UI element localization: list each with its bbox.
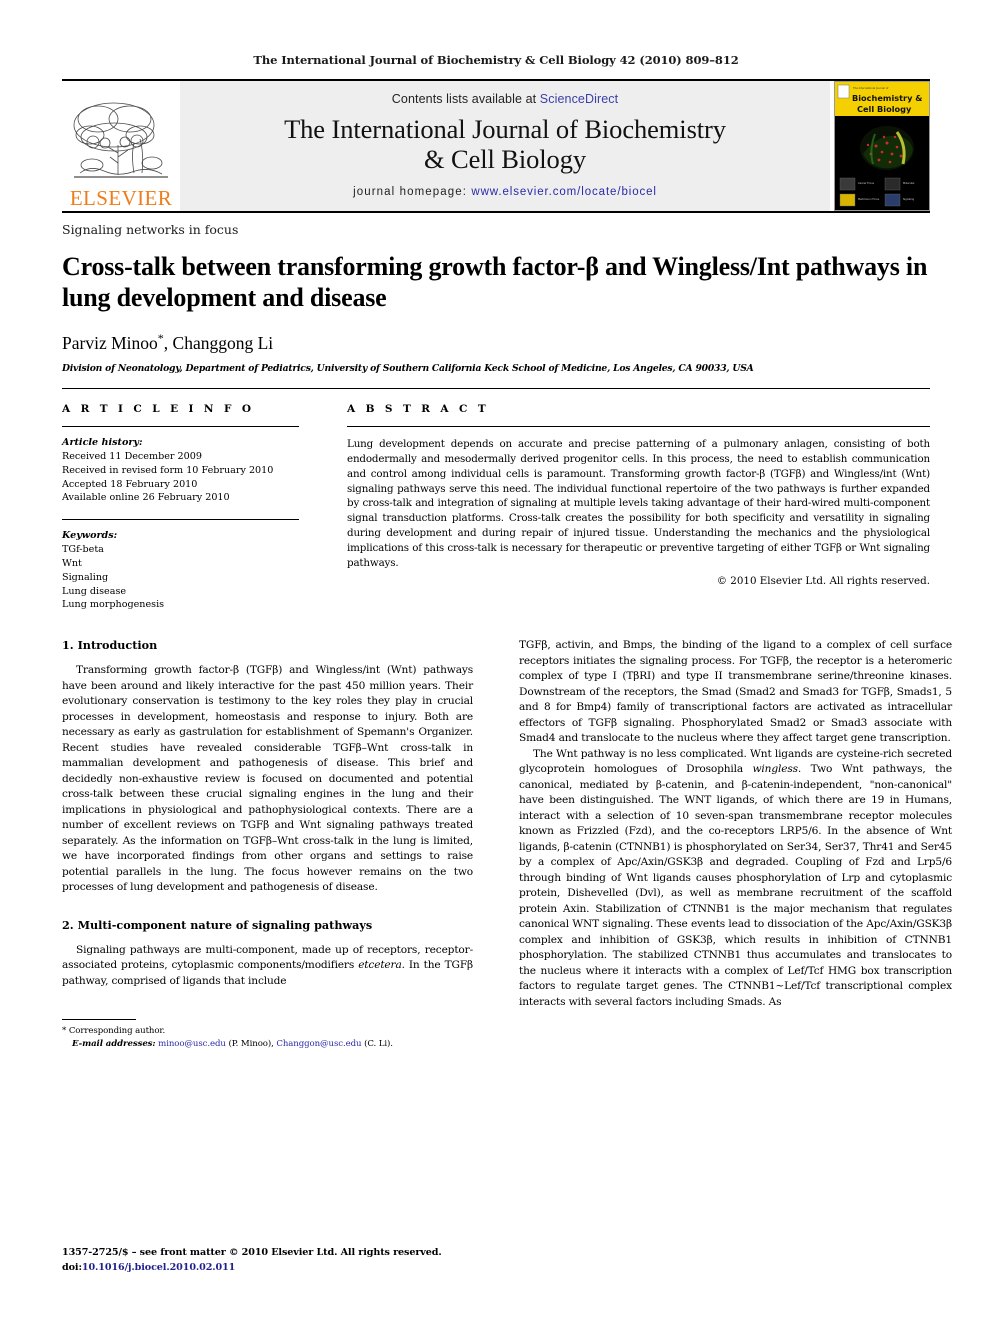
paragraph-tgfb-receptors: TGFβ, activin, and Bmps, the binding of … <box>519 639 952 745</box>
issn-copyright-line: 1357-2725/$ – see front matter © 2010 El… <box>62 1247 442 1259</box>
journal-band: Contents lists available at ScienceDirec… <box>180 81 830 211</box>
page-title: Cross-talk between transforming growth f… <box>62 252 928 313</box>
footnote-rule <box>62 1019 136 1021</box>
abstract-copyright: © 2010 Elsevier Ltd. All rights reserved… <box>716 574 930 587</box>
para-italic-wingless: wingless <box>752 763 799 776</box>
article-info-heading: A R T I C L E I N F O <box>62 403 255 416</box>
email-line: E-mail addresses: minoo@usc.edu (P. Mino… <box>72 1039 393 1050</box>
doi-link[interactable]: 10.1016/j.biocel.2010.02.011 <box>82 1262 235 1273</box>
paragraph-wnt-pathway: The Wnt pathway is no less complicated. … <box>519 747 952 1011</box>
email-link-li[interactable]: Changgon@usc.edu <box>276 1039 361 1049</box>
sciencedirect-link[interactable]: ScienceDirect <box>540 92 618 106</box>
elsevier-tree-icon <box>73 102 168 178</box>
svg-text:Cancer Focus: Cancer Focus <box>858 182 875 185</box>
journal-masthead: ELSEVIER Contents lists available at Sci… <box>62 79 930 211</box>
journal-homepage-line: journal homepage: www.elsevier.com/locat… <box>353 186 657 198</box>
email-link-minoo[interactable]: minoo@usc.edu <box>158 1039 226 1049</box>
svg-text:Cell Biology: Cell Biology <box>857 104 912 114</box>
email-owner-minoo: (P. Minoo) <box>228 1039 272 1050</box>
author-secondary: , Changgong Li <box>163 333 274 354</box>
abstract-text: Lung development depends on accurate and… <box>347 438 930 569</box>
history-item: Available online 26 February 2010 <box>62 492 230 504</box>
elsevier-wordmark: ELSEVIER <box>69 186 173 210</box>
author-primary: Parviz Minoo <box>62 333 158 354</box>
elsevier-logo: ELSEVIER <box>62 81 180 211</box>
article-history-block: Article history: Received 11 December 20… <box>62 436 299 505</box>
history-item: Received 11 December 2009 <box>62 451 202 463</box>
keyword-item: Lung morphogenesis <box>62 599 165 611</box>
info-abstract-row: A R T I C L E I N F O Article history: R… <box>62 403 930 612</box>
cover-artwork: The International Journal of Biochemistr… <box>835 82 929 210</box>
keywords-block: Keywords: TGf-beta Wnt Signaling Lung di… <box>62 529 299 612</box>
heading-introduction: 1. Introduction <box>62 638 158 653</box>
article-history-label: Article history: <box>62 437 143 449</box>
journal-title: The International Journal of Biochemistr… <box>284 113 726 174</box>
article-info-column: A R T I C L E I N F O Article history: R… <box>62 403 317 612</box>
page-footer: 1357-2725/$ – see front matter © 2010 El… <box>62 1246 442 1275</box>
history-item: Received in revised form 10 February 201… <box>62 464 274 476</box>
journal-title-line1: The International Journal of Biochemistr… <box>284 113 726 144</box>
email-owner-li: (C. Li). <box>364 1039 393 1050</box>
footnote-area: * Corresponding author. E-mail addresses… <box>62 1019 473 1051</box>
keywords-label: Keywords: <box>62 530 118 542</box>
doi-line: doi:10.1016/j.biocel.2010.02.011 <box>62 1261 442 1275</box>
footnote-text: * Corresponding author. E-mail addresses… <box>62 1025 473 1051</box>
article-section-label: Signaling networks in focus <box>62 222 239 237</box>
abstract-rule <box>347 426 930 428</box>
keyword-item: Signaling <box>62 571 109 583</box>
abstract-heading: A B S T R A C T <box>347 403 490 416</box>
homepage-label: journal homepage: <box>353 186 468 199</box>
author-affiliation: Division of Neonatology, Department of P… <box>62 363 754 375</box>
svg-text:Biochemistry &: Biochemistry & <box>852 93 922 103</box>
running-head: The International Journal of Biochemistr… <box>253 53 739 67</box>
para-part-b: . Two Wnt pathways, the canonical, media… <box>519 763 952 1008</box>
svg-text:Molecular: Molecular <box>903 182 915 185</box>
svg-text:Signaling: Signaling <box>903 198 915 201</box>
keyword-item: Wnt <box>62 557 82 569</box>
article-info-rule <box>62 426 299 428</box>
corresponding-author-note: * Corresponding author. <box>62 1026 166 1037</box>
history-item: Accepted 18 February 2010 <box>62 478 198 490</box>
keyword-item: TGf-beta <box>62 544 104 556</box>
author-list: Parviz Minoo*, Changgong Li <box>62 331 930 354</box>
journal-cover-thumbnail: The International Journal of Biochemistr… <box>834 81 930 211</box>
email-label: E-mail addresses: <box>72 1039 156 1050</box>
paragraph-multicomponent: Signaling pathways are multi-component, … <box>62 943 473 990</box>
svg-text:Medicine in Focus: Medicine in Focus <box>858 198 880 201</box>
contents-prefix: Contents lists available at <box>391 91 540 106</box>
heading-multicomponent: 2. Multi-component nature of signaling p… <box>62 917 373 932</box>
body-columns: 1. Introduction Transforming growth fact… <box>62 638 952 1051</box>
journal-article-page: The International Journal of Biochemistr… <box>0 0 992 1323</box>
abstract-column: A B S T R A C T Lung development depends… <box>317 403 930 612</box>
keywords-rule <box>62 519 299 521</box>
body-column-right: TGFβ, activin, and Bmps, the binding of … <box>519 638 952 1051</box>
para-italic-etcetera: etcetera <box>358 959 402 972</box>
title-bottom-rule <box>62 388 930 390</box>
homepage-url-link[interactable]: www.elsevier.com/locate/biocel <box>471 186 657 198</box>
doi-label: doi: <box>62 1261 82 1273</box>
journal-title-line2: & Cell Biology <box>423 143 586 174</box>
body-column-left: 1. Introduction Transforming growth fact… <box>62 638 495 1051</box>
keyword-item: Lung disease <box>62 585 127 597</box>
contents-lists-line: Contents lists available at ScienceDirec… <box>392 92 618 106</box>
paragraph-introduction: Transforming growth factor-β (TGFβ) and … <box>62 664 473 894</box>
svg-text:The International Journal of: The International Journal of <box>853 86 888 90</box>
